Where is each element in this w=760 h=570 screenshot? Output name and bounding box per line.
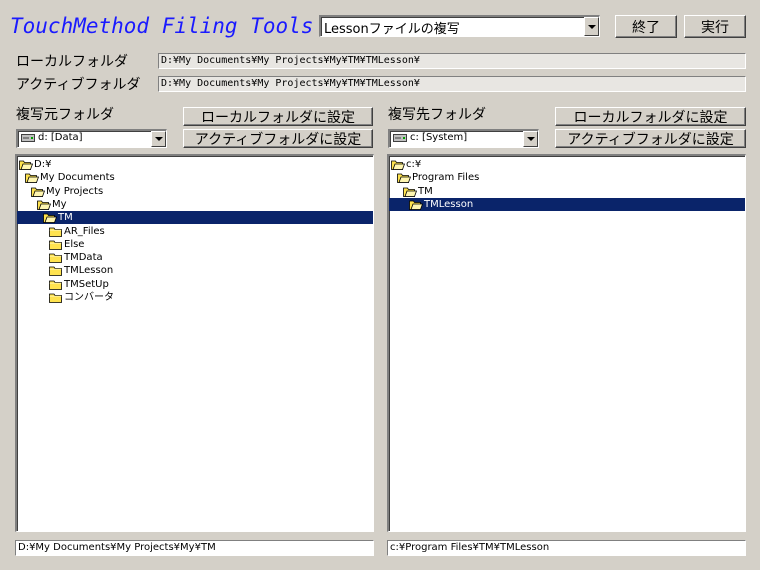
destination-tree-item[interactable]: TM <box>403 185 433 198</box>
destination-current-path: c:¥Program Files¥TM¥TMLesson <box>387 540 746 556</box>
source-folder-label: 複写元フォルダ <box>16 107 114 123</box>
source-tree-item-label: コンバータ <box>64 292 114 303</box>
mode-select-value: Lessonファイルの複写 <box>324 22 460 37</box>
mode-select[interactable]: Lessonファイルの複写 <box>319 15 600 37</box>
folder-icon <box>49 266 62 277</box>
app-title: TouchMethod Filing Tools <box>10 14 314 38</box>
folder-open-icon <box>391 160 405 170</box>
folder-icon <box>49 240 62 250</box>
source-set-active-button[interactable]: アクティブフォルダに設定 <box>183 129 373 148</box>
folder-open-icon <box>25 173 39 184</box>
destination-drive-dropdown-button[interactable] <box>523 131 538 147</box>
local-folder-label: ローカルフォルダ <box>16 54 128 70</box>
destination-tree-item-label: TM <box>418 185 433 197</box>
folder-icon <box>49 293 62 303</box>
folder-icon <box>49 280 62 290</box>
source-tree-item[interactable]: AR_Files <box>49 225 105 238</box>
source-set-local-button[interactable]: ローカルフォルダに設定 <box>183 107 373 126</box>
source-tree-item-label: My <box>52 198 67 210</box>
source-tree-item[interactable]: TMData <box>49 251 103 264</box>
destination-folder-tree[interactable]: c:¥ Program Files TM TMLesson <box>387 154 746 532</box>
folder-open-icon <box>43 213 57 224</box>
destination-tree-item-label: c:¥ <box>406 159 422 170</box>
destination-set-active-button[interactable]: アクティブフォルダに設定 <box>555 129 746 148</box>
folder-icon <box>49 253 62 263</box>
chevron-down-icon <box>154 137 163 141</box>
source-drive-value: d: [Data] <box>21 132 83 143</box>
run-button[interactable]: 実行 <box>684 15 746 38</box>
source-tree-item[interactable]: TMSetUp <box>49 278 109 291</box>
destination-tree-item-label: Program Files <box>412 172 480 184</box>
folder-open-icon <box>397 173 411 184</box>
source-drive-select[interactable]: d: [Data] <box>16 129 167 148</box>
source-tree-item[interactable]: TMLesson <box>49 264 113 277</box>
source-drive-dropdown-button[interactable] <box>151 131 166 147</box>
folder-open-icon <box>409 200 423 210</box>
destination-tree-item[interactable]: TMLesson <box>389 197 745 211</box>
destination-drive-text: c: [System] <box>410 132 468 143</box>
source-tree-item[interactable]: My <box>37 198 67 211</box>
destination-tree-item[interactable]: Program Files <box>397 171 479 184</box>
destination-folder-label: 複写先フォルダ <box>388 107 486 123</box>
destination-set-local-button[interactable]: ローカルフォルダに設定 <box>555 107 746 126</box>
app-window: TouchMethod Filing Tools Lessonファイルの複写 終… <box>0 0 760 570</box>
local-folder-path: D:¥My Documents¥My Projects¥My¥TM¥TMLess… <box>158 53 746 69</box>
source-tree-item[interactable]: コンバータ <box>49 291 114 304</box>
drive-icon <box>21 133 35 142</box>
folder-open-icon <box>19 160 33 170</box>
folder-open-icon <box>31 187 45 197</box>
source-tree-item-label: AR_Files <box>64 225 105 237</box>
source-tree-item-label: My Documents <box>40 172 115 184</box>
drive-icon <box>393 133 407 142</box>
source-tree-item[interactable]: My Projects <box>31 185 103 198</box>
active-folder-path: D:¥My Documents¥My Projects¥My¥TM¥TMLess… <box>158 76 746 92</box>
source-tree-item-label: My Projects <box>46 185 104 197</box>
source-tree-item[interactable]: Else <box>49 238 84 251</box>
source-tree-item-label: D:¥ <box>34 159 52 170</box>
destination-drive-select[interactable]: c: [System] <box>388 129 539 148</box>
source-tree-item[interactable]: TM <box>17 211 373 225</box>
source-tree-item-label: TMSetUp <box>64 278 109 290</box>
destination-tree-item-label: TMLesson <box>424 198 474 210</box>
destination-drive-value: c: [System] <box>393 132 467 143</box>
chevron-down-icon <box>587 24 596 29</box>
chevron-down-icon <box>526 137 535 141</box>
mode-select-dropdown-button[interactable] <box>584 17 599 36</box>
source-tree-item-label: TMLesson <box>64 265 114 277</box>
folder-icon <box>49 227 62 237</box>
source-tree-item-label: Else <box>64 238 85 250</box>
source-tree-item-label: TM <box>58 212 73 224</box>
exit-button[interactable]: 終了 <box>615 15 677 38</box>
source-folder-tree[interactable]: D:¥ My Documents My Projects My TM AR_Files El… <box>15 154 374 532</box>
source-tree-item[interactable]: D:¥ <box>19 158 51 171</box>
source-current-path: D:¥My Documents¥My Projects¥My¥TM <box>15 540 374 556</box>
folder-open-icon <box>403 187 417 197</box>
destination-tree-item[interactable]: c:¥ <box>391 158 421 171</box>
source-drive-text: d: [Data] <box>38 132 83 143</box>
source-tree-item-label: TMData <box>64 252 103 264</box>
folder-open-icon <box>37 200 51 210</box>
source-tree-item[interactable]: My Documents <box>25 171 115 184</box>
active-folder-label: アクティブフォルダ <box>16 77 141 93</box>
